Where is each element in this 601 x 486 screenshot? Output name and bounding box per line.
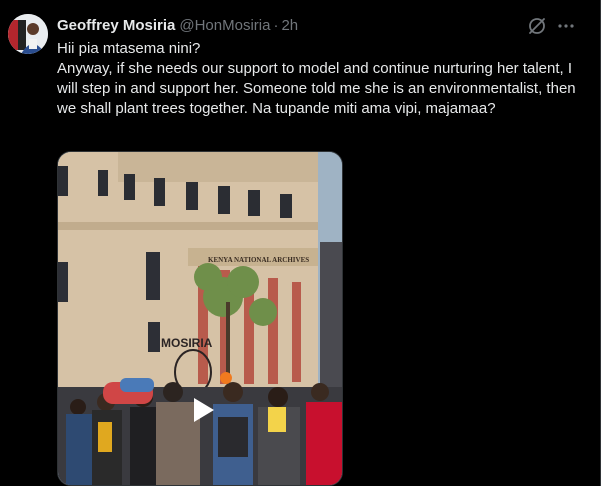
avatar[interactable] <box>8 14 48 54</box>
video-thumbnail: KENYA NATIONAL ARCHIVES MOSIRIA <box>58 152 342 485</box>
tweet-line-2: Anyway, if she needs our support to mode… <box>57 60 576 117</box>
author-handle[interactable]: @HonMosiria <box>179 17 270 34</box>
separator-dot: · <box>273 16 279 34</box>
grok-icon[interactable] <box>527 16 547 36</box>
sculpture-text: MOSIRIA <box>161 336 213 350</box>
tweet-text: Hii pia mtasema nini? Anyway, if she nee… <box>57 39 577 119</box>
avatar-image <box>8 14 48 54</box>
building-sign: KENYA NATIONAL ARCHIVES <box>208 256 309 264</box>
play-icon <box>194 398 214 422</box>
tweet-line-1: Hii pia mtasema nini? <box>57 40 201 57</box>
tweet-header: Geoffrey Mosiria @HonMosiria · 2h <box>57 14 298 36</box>
play-button[interactable] <box>182 390 222 430</box>
tweet-time[interactable]: 2h <box>281 17 298 34</box>
tweet-video[interactable]: KENYA NATIONAL ARCHIVES MOSIRIA <box>57 151 343 486</box>
tweet-card[interactable]: Geoffrey Mosiria @HonMosiria · 2h Hii pi… <box>0 0 601 486</box>
author-name[interactable]: Geoffrey Mosiria <box>57 17 175 34</box>
more-icon[interactable] <box>556 16 576 36</box>
